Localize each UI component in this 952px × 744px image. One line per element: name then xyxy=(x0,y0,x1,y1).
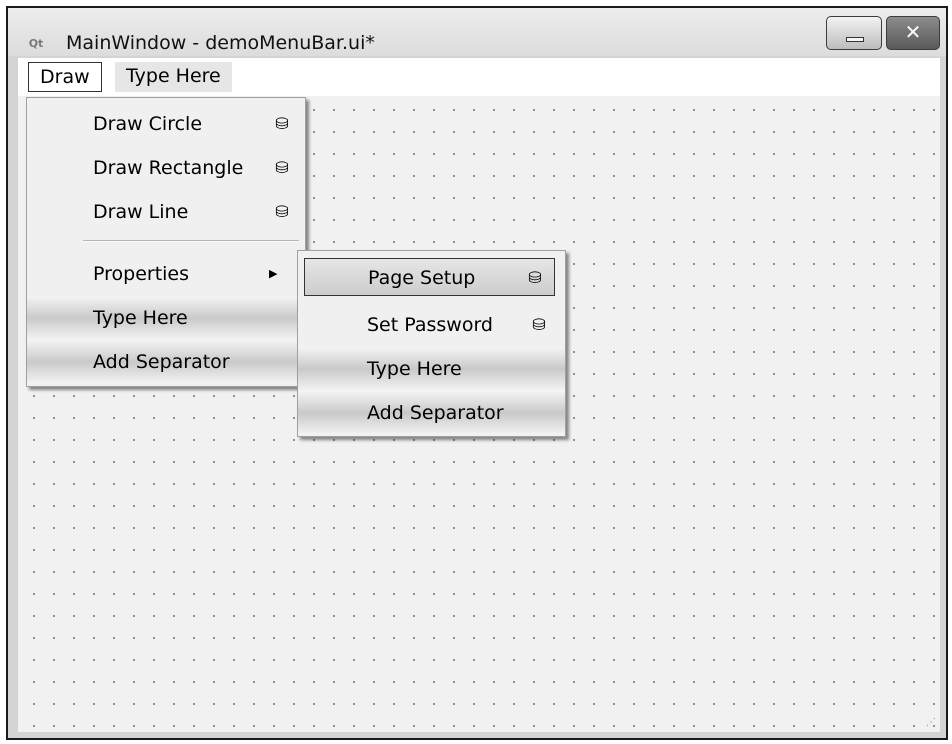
menu-item-label: Add Separator xyxy=(93,351,230,373)
draw-menu: Draw Circle ⛁ Draw Rectangle ⛁ Draw Line… xyxy=(26,97,306,387)
close-button[interactable]: ✕ xyxy=(886,16,940,50)
menu-item-label: Properties xyxy=(93,263,190,285)
size-grip-icon[interactable]: ⋰ xyxy=(926,717,936,728)
minimize-button[interactable] xyxy=(826,16,882,50)
close-icon: ✕ xyxy=(904,20,922,44)
menubar-item-draw[interactable]: Draw xyxy=(28,62,102,92)
menu-item-properties[interactable]: Properties ▶ xyxy=(27,252,305,296)
menu-item-label: Draw Line xyxy=(93,201,189,223)
action-editor-icon: ⛁ xyxy=(275,114,289,133)
menu-bar: Draw Type Here xyxy=(18,58,940,96)
title-bar[interactable]: Qt MainWindow - demoMenuBar.ui* ✕ xyxy=(8,8,946,56)
menubar-item-type-here[interactable]: Type Here xyxy=(115,62,232,92)
menu-item-draw-line[interactable]: Draw Line ⛁ xyxy=(27,190,305,234)
action-editor-icon: ⛁ xyxy=(275,158,289,177)
menu-item-add-separator[interactable]: Add Separator xyxy=(298,391,565,435)
menu-item-set-password[interactable]: Set Password ⛁ xyxy=(298,303,565,347)
menu-item-page-setup[interactable]: Page Setup ⛁ xyxy=(304,258,555,296)
action-editor-icon: ⛁ xyxy=(275,202,289,221)
window-title: MainWindow - demoMenuBar.ui* xyxy=(66,32,375,54)
menu-item-draw-circle[interactable]: Draw Circle ⛁ xyxy=(27,102,305,146)
menu-separator xyxy=(83,240,299,242)
menu-item-type-here[interactable]: Type Here xyxy=(298,347,565,391)
menu-item-type-here[interactable]: Type Here xyxy=(27,296,305,340)
menu-item-label: Add Separator xyxy=(367,402,504,424)
properties-submenu: Page Setup ⛁ Set Password ⛁ Type Here Ad… xyxy=(297,250,566,437)
menu-item-label: Type Here xyxy=(93,307,188,329)
action-editor-icon: ⛁ xyxy=(532,315,546,334)
minimize-icon xyxy=(846,37,864,42)
menu-item-add-separator[interactable]: Add Separator xyxy=(27,340,305,384)
menu-item-label: Set Password xyxy=(367,314,493,336)
menu-item-label: Draw Rectangle xyxy=(93,157,244,179)
menu-item-label: Draw Circle xyxy=(93,113,203,135)
menu-item-label: Type Here xyxy=(367,358,462,380)
qt-app-icon: Qt xyxy=(28,37,44,50)
submenu-arrow-icon: ▶ xyxy=(269,267,278,280)
menu-item-label: Page Setup xyxy=(368,267,476,289)
action-editor-icon: ⛁ xyxy=(528,268,542,287)
menu-item-draw-rectangle[interactable]: Draw Rectangle ⛁ xyxy=(27,146,305,190)
